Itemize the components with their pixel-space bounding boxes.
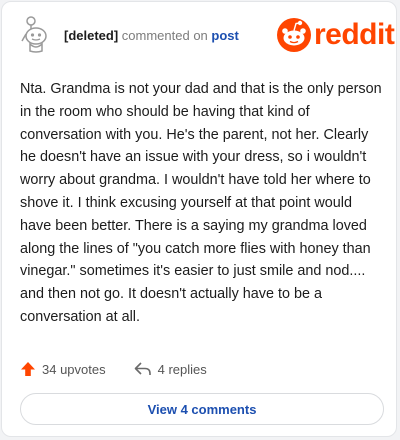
- view-comments-button[interactable]: View 4 comments: [20, 393, 384, 425]
- comment-actions: 34 upvotes 4 replies: [20, 358, 235, 380]
- comment-body: Nta. Grandma is not your dad and that is…: [20, 81, 382, 325]
- post-link[interactable]: post: [211, 28, 238, 43]
- upvote-arrow-icon: [21, 362, 35, 376]
- comment-author[interactable]: [deleted]: [64, 28, 118, 43]
- reddit-snoo-icon: [277, 18, 311, 52]
- snoo-avatar-icon: [21, 16, 47, 53]
- reddit-wordmark: reddit: [314, 18, 395, 51]
- comment-header: [deleted] commented on post: [64, 28, 239, 43]
- comment-card: [deleted] commented on post reddit Nta. …: [1, 1, 397, 437]
- reply-arrow-icon: [134, 362, 151, 375]
- commented-on-label: commented on: [121, 28, 208, 43]
- reply-button[interactable]: 4 replies: [134, 361, 207, 377]
- reply-count: 4 replies: [157, 361, 207, 377]
- upvote-count: 34 upvotes: [42, 361, 106, 377]
- upvote-button[interactable]: 34 upvotes: [20, 361, 106, 377]
